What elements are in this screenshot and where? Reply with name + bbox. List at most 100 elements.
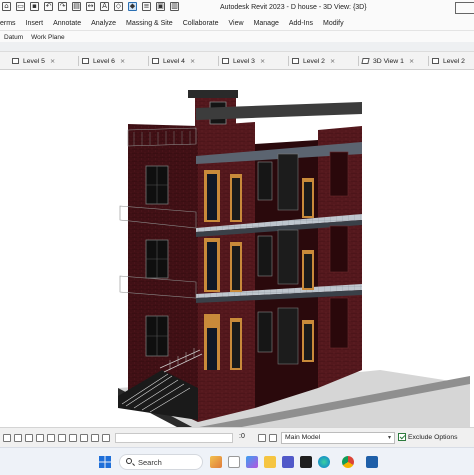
exclude-options-toggle[interactable]: Exclude Options — [398, 433, 458, 441]
save-icon[interactable]: ▪ — [30, 2, 39, 11]
view-tab[interactable]: Level 6 × — [82, 55, 125, 67]
thin-lines-icon[interactable]: ≡ — [142, 2, 151, 11]
scale-icon[interactable] — [3, 434, 11, 442]
close-hidden-icon[interactable]: ▣ — [156, 2, 165, 11]
window-right-1 — [329, 151, 349, 197]
3d-view-icon[interactable]: ◇ — [114, 2, 123, 11]
hide-isolate-icon[interactable] — [91, 434, 99, 442]
show-crop-icon[interactable] — [69, 434, 77, 442]
chevron-down-icon: ▾ — [387, 434, 391, 441]
window-title: Autodesk Revit 2023 - D house - 3D View:… — [220, 4, 367, 11]
tab-separator — [218, 56, 219, 66]
design-options-icon[interactable] — [258, 434, 266, 442]
windows-start-icon[interactable] — [99, 456, 111, 468]
close-icon[interactable]: × — [120, 57, 125, 65]
edge-icon[interactable] — [318, 456, 330, 468]
view-tab-label: Level 5 — [23, 57, 45, 65]
file-explorer-icon[interactable] — [264, 456, 276, 468]
taskbar-search[interactable]: Search — [119, 454, 203, 470]
house-3d-model — [118, 90, 470, 427]
options-bar-item[interactable]: Datum — [0, 34, 27, 41]
close-icon[interactable]: × — [409, 57, 414, 65]
account-icon[interactable] — [455, 2, 474, 14]
floor-plan-icon — [222, 58, 229, 64]
main-model-select[interactable]: Main Model ▾ — [281, 432, 395, 444]
window-right-2 — [329, 225, 349, 273]
widgets-icon[interactable] — [210, 456, 222, 468]
undo-icon[interactable]: ↶ — [44, 2, 53, 11]
menu-item[interactable]: Manage — [249, 20, 284, 27]
view-tab-bar: Level 5 × Level 6 × Level 4 × Level 3 × Level 2 ×… — [0, 52, 474, 70]
measure-icon[interactable]: ↔ — [86, 2, 95, 11]
tab-separator — [148, 56, 149, 66]
shadows-icon[interactable] — [47, 434, 55, 442]
menu-item[interactable]: Analyze — [86, 20, 121, 27]
penthouse-roof — [188, 90, 238, 98]
workset-count: :0 — [239, 433, 245, 440]
tab-separator — [358, 56, 359, 66]
task-view-icon[interactable] — [228, 456, 240, 468]
tab-separator — [78, 56, 79, 66]
editable-only-icon[interactable] — [269, 434, 277, 442]
revit-icon[interactable] — [366, 456, 378, 468]
copilot-icon[interactable] — [246, 456, 258, 468]
chrome-icon[interactable] — [342, 456, 354, 468]
view-tab[interactable]: Level 3 × — [222, 55, 265, 67]
detail-level-icon[interactable] — [14, 434, 22, 442]
status-field[interactable] — [115, 433, 233, 443]
window-right-3 — [329, 297, 349, 349]
view-tab-label: Level 2 — [443, 57, 465, 65]
view-tab[interactable]: Level 2 — [432, 55, 465, 67]
text-icon[interactable]: A — [100, 2, 109, 11]
menu-item[interactable]: Massing & Site — [121, 20, 178, 27]
options-bar-item[interactable]: Work Plane — [27, 34, 68, 41]
switch-windows-icon[interactable]: ▥ — [170, 2, 179, 11]
exclude-options-checkbox[interactable] — [398, 433, 406, 441]
main-model-value: Main Model — [285, 434, 321, 441]
crop-view-icon[interactable] — [58, 434, 66, 442]
view-tab-label: 3D View 1 — [373, 57, 404, 65]
view-tab-label: Level 6 — [93, 57, 115, 65]
ribbon-menu: erms Insert Annotate Analyze Massing & Site C… — [0, 16, 474, 30]
taskbar: Search — [0, 447, 474, 475]
close-icon[interactable]: × — [190, 57, 195, 65]
floor-plan-icon — [432, 58, 439, 64]
menu-item[interactable]: Insert — [21, 20, 49, 27]
view-tab[interactable]: 3D View 1 × — [361, 55, 414, 67]
search-label: Search — [138, 458, 162, 467]
visual-style-icon[interactable] — [25, 434, 33, 442]
view-tab[interactable]: Level 4 × — [152, 55, 195, 67]
sun-path-icon[interactable] — [36, 434, 44, 442]
view-tab-label: Level 4 — [163, 57, 185, 65]
menu-item[interactable]: Collaborate — [178, 20, 224, 27]
close-icon[interactable]: × — [50, 57, 55, 65]
open-icon[interactable]: ▭ — [16, 2, 25, 11]
3d-view-canvas[interactable] — [0, 70, 474, 427]
floor-plan-icon — [152, 58, 159, 64]
ribbon-panel-strip — [0, 42, 474, 52]
redo-icon[interactable]: ↷ — [58, 2, 67, 11]
reveal-hidden-icon[interactable] — [102, 434, 110, 442]
view-tab[interactable]: Level 2 × — [292, 55, 335, 67]
search-icon — [126, 458, 132, 464]
close-icon[interactable]: × — [330, 57, 335, 65]
3d-view-icon — [361, 58, 370, 64]
title-bar: ⌂ ▭ ▪ ↶ ↷ ▤ ↔ A ◇ ◆ ≡ ▣ ▥ Autodesk Revit… — [0, 0, 474, 16]
view-control-bar: :0 Main Model ▾ Exclude Options — [0, 427, 474, 448]
tab-separator — [288, 56, 289, 66]
view-tab-label: Level 3 — [233, 57, 255, 65]
menu-item[interactable]: View — [224, 20, 249, 27]
menu-item[interactable]: Annotate — [48, 20, 86, 27]
menu-item[interactable]: erms — [0, 20, 21, 27]
menu-item[interactable]: Modify — [318, 20, 349, 27]
home-icon[interactable]: ⌂ — [2, 2, 11, 11]
exclude-options-label: Exclude Options — [408, 433, 458, 441]
section-icon[interactable]: ◆ — [128, 2, 137, 11]
close-icon[interactable]: × — [260, 57, 265, 65]
store-icon[interactable] — [300, 456, 312, 468]
view-tab[interactable]: Level 5 × — [12, 55, 55, 67]
print-icon[interactable]: ▤ — [72, 2, 81, 11]
teams-icon[interactable] — [282, 456, 294, 468]
lock-view-icon[interactable] — [80, 434, 88, 442]
menu-item[interactable]: Add-Ins — [284, 20, 318, 27]
